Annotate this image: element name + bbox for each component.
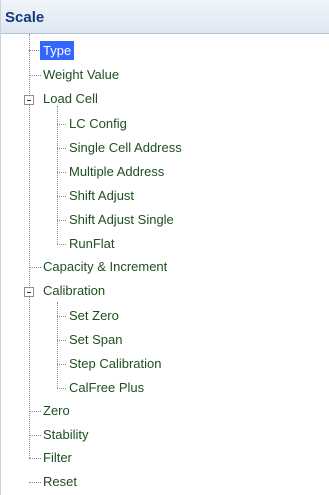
tree-connector — [29, 458, 41, 459]
tree-item-weight-value[interactable]: Weight Value — [43, 64, 119, 86]
tree-connector — [57, 244, 66, 245]
tree-item-single-cell-address[interactable]: Single Cell Address — [69, 137, 182, 159]
panel-header: Scale — [1, 0, 329, 34]
panel-title: Scale — [5, 9, 45, 26]
calibration-branch-line — [57, 302, 58, 388]
tree-item-stability[interactable]: Stability — [43, 424, 89, 446]
tree-item-zero[interactable]: Zero — [43, 400, 70, 422]
tree-connector — [57, 172, 66, 173]
tree-item-calibration[interactable]: Calibration — [43, 280, 105, 302]
tree-item-step-calibration[interactable]: Step Calibration — [69, 353, 162, 375]
tree-connector — [57, 316, 66, 317]
load-cell-collapse-icon[interactable] — [24, 95, 34, 105]
calibration-collapse-icon[interactable] — [24, 287, 34, 297]
tree-item-capacity-increment[interactable]: Capacity & Increment — [43, 256, 167, 278]
tree-item-set-span[interactable]: Set Span — [69, 329, 123, 351]
tree-connector — [57, 124, 66, 125]
tree-item-reset[interactable]: Reset — [43, 471, 77, 493]
tree-connector — [29, 435, 41, 436]
load-cell-branch-line — [57, 106, 58, 244]
tree-item-filter[interactable]: Filter — [43, 447, 72, 469]
tree-item-lc-config[interactable]: LC Config — [69, 113, 127, 135]
tree-connector — [57, 364, 66, 365]
tree-connector — [57, 388, 66, 389]
tree-item-runflat[interactable]: RunFlat — [69, 233, 115, 255]
scale-tree-panel: Scale Type Weight Value Load Cell LC Con… — [0, 0, 329, 495]
tree-item-set-zero[interactable]: Set Zero — [69, 305, 119, 327]
tree-item-shift-adjust-single[interactable]: Shift Adjust Single — [69, 209, 174, 231]
tree-item-type[interactable]: Type — [40, 41, 75, 60]
tree-connector — [29, 482, 41, 483]
tree-item-load-cell[interactable]: Load Cell — [43, 88, 98, 110]
scale-tree: Type Weight Value Load Cell LC Config Si… — [1, 34, 329, 495]
tree-connector — [57, 196, 66, 197]
tree-connector — [57, 220, 66, 221]
tree-item-shift-adjust[interactable]: Shift Adjust — [69, 185, 134, 207]
tree-connector — [29, 75, 41, 76]
tree-connector — [57, 340, 66, 341]
tree-connector — [29, 411, 41, 412]
tree-connector — [29, 267, 41, 268]
tree-connector — [57, 148, 66, 149]
tree-item-multiple-address[interactable]: Multiple Address — [69, 161, 164, 183]
tree-item-calfree-plus[interactable]: CalFree Plus — [69, 377, 144, 399]
